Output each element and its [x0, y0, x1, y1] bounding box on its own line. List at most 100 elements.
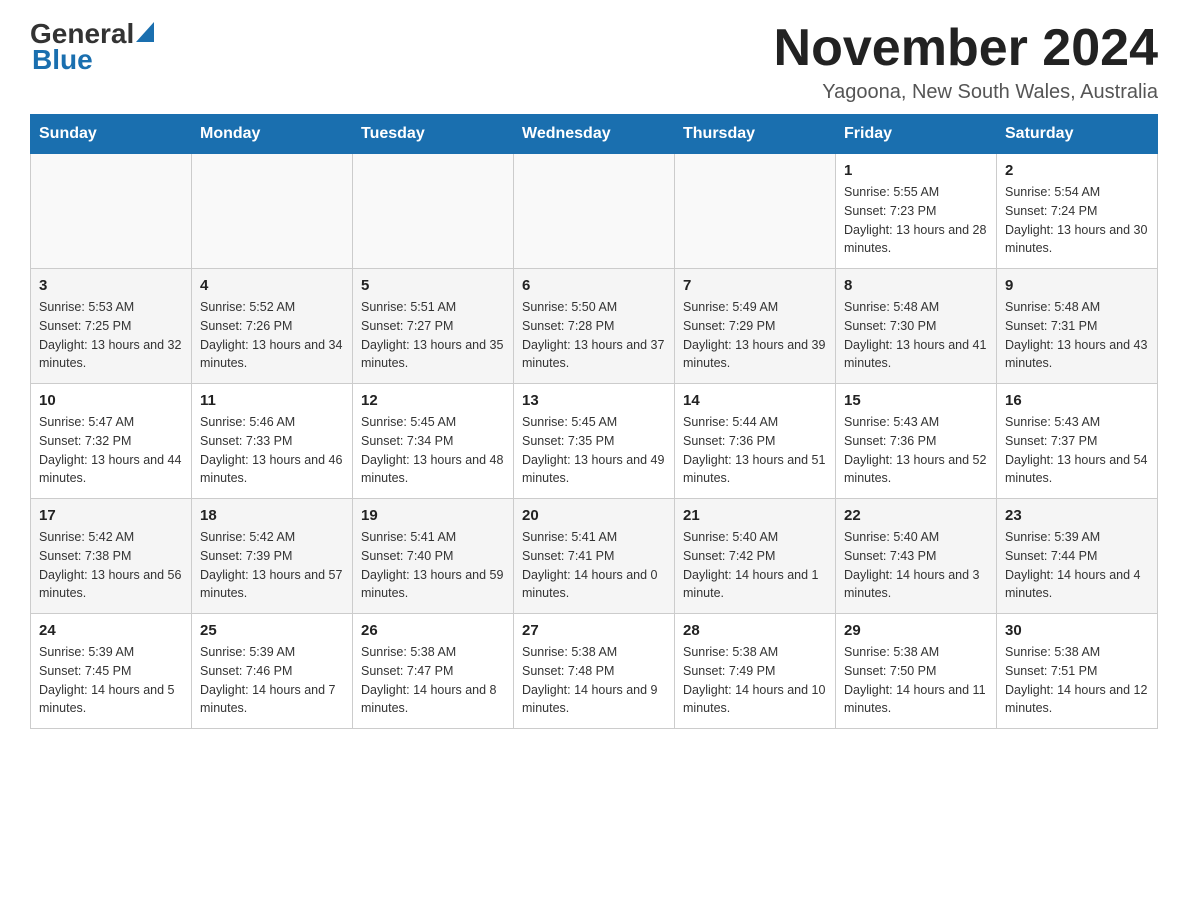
day-info: Sunrise: 5:46 AMSunset: 7:33 PMDaylight:… [200, 413, 344, 488]
calendar-cell: 21 Sunrise: 5:40 AMSunset: 7:42 PMDayligh… [675, 499, 836, 614]
calendar-cell: 24 Sunrise: 5:39 AMSunset: 7:45 PMDayligh… [31, 614, 192, 729]
day-info: Sunrise: 5:51 AMSunset: 7:27 PMDaylight:… [361, 298, 505, 373]
day-number: 5 [361, 277, 505, 294]
calendar-cell: 6 Sunrise: 5:50 AMSunset: 7:28 PMDaylight… [514, 269, 675, 384]
calendar-week-row: 3Sunrise: 5:53 AMSunset: 7:25 PMDaylight… [31, 269, 1158, 384]
calendar-cell: 18 Sunrise: 5:42 AMSunset: 7:39 PMDayligh… [192, 499, 353, 614]
day-info: Sunrise: 5:49 AMSunset: 7:29 PMDaylight:… [683, 298, 827, 373]
day-number: 27 [522, 622, 666, 639]
day-number: 8 [844, 277, 988, 294]
calendar-cell: 28Sunrise: 5:38 AMSunset: 7:49 PMDayligh… [675, 614, 836, 729]
day-info: Sunrise: 5:44 AMSunset: 7:36 PMDaylight:… [683, 413, 827, 488]
calendar-table: SundayMondayTuesdayWednesdayThursdayFrid… [30, 114, 1158, 729]
calendar-cell: 20 Sunrise: 5:41 AMSunset: 7:41 PMDayligh… [514, 499, 675, 614]
day-number: 16 [1005, 392, 1149, 409]
day-info: Sunrise: 5:45 AMSunset: 7:35 PMDaylight:… [522, 413, 666, 488]
calendar-cell: 9Sunrise: 5:48 AMSunset: 7:31 PMDaylight… [997, 269, 1158, 384]
calendar-cell: 10 Sunrise: 5:47 AMSunset: 7:32 PMDayligh… [31, 384, 192, 499]
day-number: 19 [361, 507, 505, 524]
day-info: Sunrise: 5:43 AMSunset: 7:37 PMDaylight:… [1005, 413, 1149, 488]
logo-blue-text: Blue [30, 44, 93, 76]
weekday-header-friday: Friday [836, 115, 997, 154]
calendar-cell: 27 Sunrise: 5:38 AMSunset: 7:48 PMDayligh… [514, 614, 675, 729]
calendar-cell [192, 154, 353, 269]
calendar-cell: 14 Sunrise: 5:44 AMSunset: 7:36 PMDayligh… [675, 384, 836, 499]
day-number: 14 [683, 392, 827, 409]
day-number: 26 [361, 622, 505, 639]
calendar-week-row: 10 Sunrise: 5:47 AMSunset: 7:32 PMDayligh… [31, 384, 1158, 499]
day-info: Sunrise: 5:39 AMSunset: 7:46 PMDaylight:… [200, 643, 344, 718]
day-info: Sunrise: 5:40 AMSunset: 7:42 PMDaylight:… [683, 528, 827, 603]
calendar-cell: 5 Sunrise: 5:51 AMSunset: 7:27 PMDaylight… [353, 269, 514, 384]
calendar-cell: 15 Sunrise: 5:43 AMSunset: 7:36 PMDayligh… [836, 384, 997, 499]
month-title: November 2024 [774, 20, 1158, 77]
calendar-week-row: 1 Sunrise: 5:55 AMSunset: 7:23 PMDaylight… [31, 154, 1158, 269]
day-number: 30 [1005, 622, 1149, 639]
day-number: 15 [844, 392, 988, 409]
day-number: 23 [1005, 507, 1149, 524]
day-number: 6 [522, 277, 666, 294]
logo: General Blue [30, 20, 154, 76]
calendar-cell [31, 154, 192, 269]
calendar-cell: 16 Sunrise: 5:43 AMSunset: 7:37 PMDayligh… [997, 384, 1158, 499]
day-info: Sunrise: 5:54 AMSunset: 7:24 PMDaylight:… [1005, 183, 1149, 258]
day-info: Sunrise: 5:48 AMSunset: 7:30 PMDaylight:… [844, 298, 988, 373]
calendar-cell: 2 Sunrise: 5:54 AMSunset: 7:24 PMDaylight… [997, 154, 1158, 269]
day-info: Sunrise: 5:38 AMSunset: 7:51 PMDaylight:… [1005, 643, 1149, 718]
day-info: Sunrise: 5:38 AMSunset: 7:50 PMDaylight:… [844, 643, 988, 718]
calendar-cell: 23 Sunrise: 5:39 AMSunset: 7:44 PMDayligh… [997, 499, 1158, 614]
day-info: Sunrise: 5:39 AMSunset: 7:45 PMDaylight:… [39, 643, 183, 718]
day-info: Sunrise: 5:43 AMSunset: 7:36 PMDaylight:… [844, 413, 988, 488]
day-number: 2 [1005, 162, 1149, 179]
calendar-cell [514, 154, 675, 269]
weekday-header-thursday: Thursday [675, 115, 836, 154]
day-number: 17 [39, 507, 183, 524]
day-info: Sunrise: 5:47 AMSunset: 7:32 PMDaylight:… [39, 413, 183, 488]
weekday-header-saturday: Saturday [997, 115, 1158, 154]
calendar-cell: 17 Sunrise: 5:42 AMSunset: 7:38 PMDayligh… [31, 499, 192, 614]
day-number: 24 [39, 622, 183, 639]
calendar-cell: 22 Sunrise: 5:40 AMSunset: 7:43 PMDayligh… [836, 499, 997, 614]
calendar-cell: 1 Sunrise: 5:55 AMSunset: 7:23 PMDaylight… [836, 154, 997, 269]
calendar-cell: 13 Sunrise: 5:45 AMSunset: 7:35 PMDayligh… [514, 384, 675, 499]
day-number: 12 [361, 392, 505, 409]
calendar-cell: 30 Sunrise: 5:38 AMSunset: 7:51 PMDayligh… [997, 614, 1158, 729]
day-number: 21 [683, 507, 827, 524]
title-block: November 2024 Yagoona, New South Wales, … [774, 20, 1158, 104]
calendar-cell: 29 Sunrise: 5:38 AMSunset: 7:50 PMDayligh… [836, 614, 997, 729]
day-info: Sunrise: 5:50 AMSunset: 7:28 PMDaylight:… [522, 298, 666, 373]
calendar-cell: 26 Sunrise: 5:38 AMSunset: 7:47 PMDayligh… [353, 614, 514, 729]
logo-triangle-icon [136, 22, 154, 42]
weekday-header-monday: Monday [192, 115, 353, 154]
day-number: 11 [200, 392, 344, 409]
day-info: Sunrise: 5:41 AMSunset: 7:41 PMDaylight:… [522, 528, 666, 603]
day-number: 22 [844, 507, 988, 524]
day-info: Sunrise: 5:38 AMSunset: 7:47 PMDaylight:… [361, 643, 505, 718]
location-subtitle: Yagoona, New South Wales, Australia [774, 81, 1158, 104]
day-number: 10 [39, 392, 183, 409]
day-number: 18 [200, 507, 344, 524]
day-info: Sunrise: 5:48 AMSunset: 7:31 PMDaylight:… [1005, 298, 1149, 373]
day-number: 1 [844, 162, 988, 179]
day-info: Sunrise: 5:38 AMSunset: 7:48 PMDaylight:… [522, 643, 666, 718]
day-info: Sunrise: 5:53 AMSunset: 7:25 PMDaylight:… [39, 298, 183, 373]
day-info: Sunrise: 5:41 AMSunset: 7:40 PMDaylight:… [361, 528, 505, 603]
calendar-cell: 7Sunrise: 5:49 AMSunset: 7:29 PMDaylight… [675, 269, 836, 384]
weekday-header-tuesday: Tuesday [353, 115, 514, 154]
day-info: Sunrise: 5:42 AMSunset: 7:39 PMDaylight:… [200, 528, 344, 603]
day-number: 20 [522, 507, 666, 524]
day-info: Sunrise: 5:39 AMSunset: 7:44 PMDaylight:… [1005, 528, 1149, 603]
calendar-cell: 12 Sunrise: 5:45 AMSunset: 7:34 PMDayligh… [353, 384, 514, 499]
calendar-header-row: SundayMondayTuesdayWednesdayThursdayFrid… [31, 115, 1158, 154]
day-number: 4 [200, 277, 344, 294]
page-header: General Blue November 2024 Yagoona, New … [30, 20, 1158, 104]
day-info: Sunrise: 5:55 AMSunset: 7:23 PMDaylight:… [844, 183, 988, 258]
day-number: 29 [844, 622, 988, 639]
day-number: 13 [522, 392, 666, 409]
weekday-header-wednesday: Wednesday [514, 115, 675, 154]
calendar-cell: 8 Sunrise: 5:48 AMSunset: 7:30 PMDaylight… [836, 269, 997, 384]
day-info: Sunrise: 5:45 AMSunset: 7:34 PMDaylight:… [361, 413, 505, 488]
day-info: Sunrise: 5:40 AMSunset: 7:43 PMDaylight:… [844, 528, 988, 603]
day-info: Sunrise: 5:42 AMSunset: 7:38 PMDaylight:… [39, 528, 183, 603]
day-number: 25 [200, 622, 344, 639]
